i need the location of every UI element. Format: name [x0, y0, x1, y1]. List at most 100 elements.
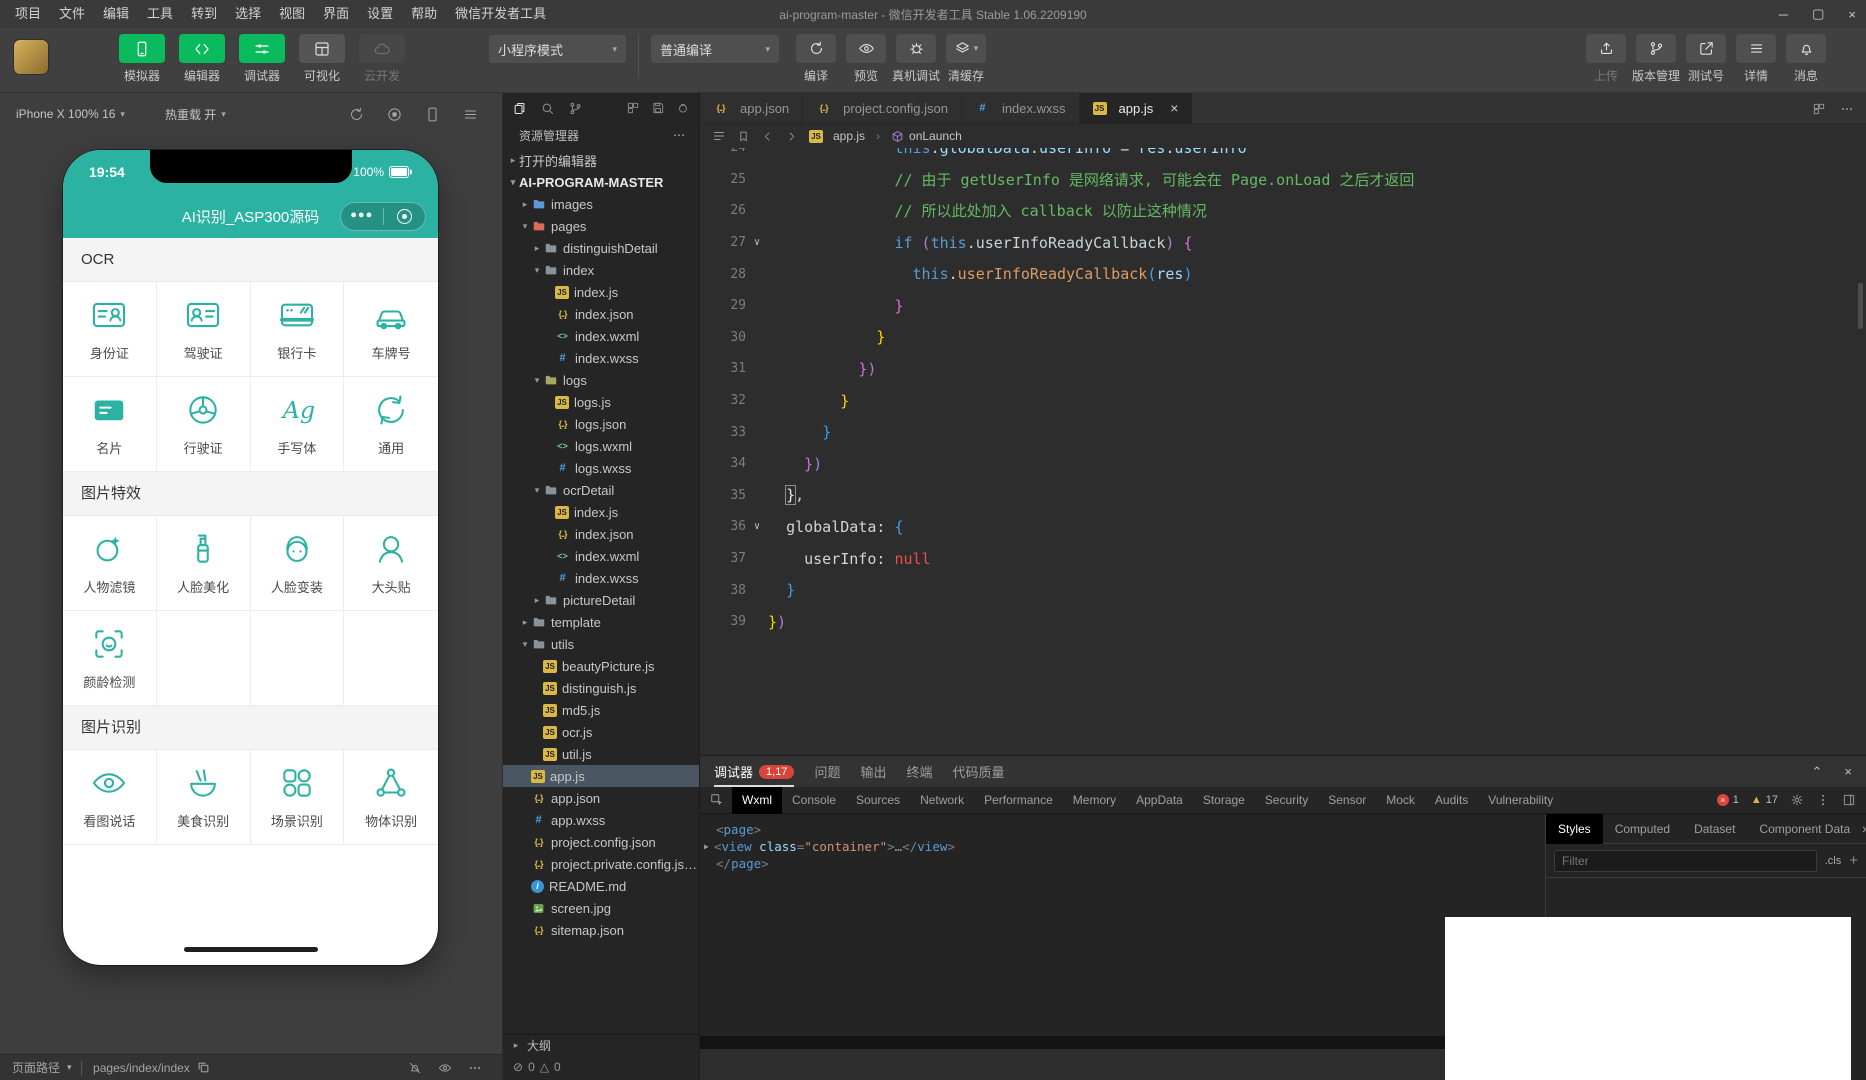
capsule-exit-icon[interactable] — [384, 209, 426, 224]
menu-item-转到[interactable]: 转到 — [182, 0, 226, 28]
project-avatar[interactable] — [14, 40, 48, 74]
device-frame-icon[interactable] — [424, 106, 441, 123]
tree-item-index.json[interactable]: {..}index.json — [503, 523, 699, 545]
tree-item-logs.wxss[interactable]: #logs.wxss — [503, 457, 699, 479]
more-actions-icon[interactable]: ⋯ — [673, 128, 685, 142]
tree-item-utils[interactable]: ▾utils — [503, 633, 699, 655]
devtools-tab-Sensor[interactable]: Sensor — [1318, 787, 1376, 814]
close-button[interactable]: × — [1848, 7, 1856, 22]
devtools-tab-Security[interactable]: Security — [1255, 787, 1318, 814]
capsule-more-icon[interactable]: ●●● — [341, 209, 383, 221]
tree-item-index.wxml[interactable]: <>index.wxml — [503, 325, 699, 347]
tree-item-logs.wxml[interactable]: <>logs.wxml — [503, 435, 699, 457]
editor-scrollbar[interactable] — [1858, 283, 1863, 329]
toolbar-button-compile[interactable]: 编译 — [795, 34, 837, 84]
git-branch-icon[interactable] — [568, 101, 583, 116]
collapse-panel-icon[interactable]: ⌃ — [1812, 764, 1823, 780]
app-grid-item-人脸美化[interactable]: 人脸美化 — [157, 516, 251, 611]
more-actions-icon[interactable] — [1840, 102, 1854, 116]
tree-item-sitemap.json[interactable]: {..}sitemap.json — [503, 919, 699, 941]
nav-forward-icon[interactable] — [785, 130, 798, 143]
app-grid-item-人物滤镜[interactable]: 人物滤镜 — [63, 516, 157, 611]
tree-item-README.md[interactable]: iREADME.md — [503, 875, 699, 897]
tree-item-pages[interactable]: ▾pages — [503, 215, 699, 237]
toolbar-button-upload[interactable]: 上传 — [1585, 34, 1627, 84]
tree-item-template[interactable]: ▸template — [503, 611, 699, 633]
app-grid-item-通用[interactable]: 通用 — [344, 377, 438, 472]
wxml-node-0[interactable]: <page> — [700, 821, 1545, 838]
menu-item-文件[interactable]: 文件 — [50, 0, 94, 28]
tree-item-app.js[interactable]: JSapp.js — [503, 765, 699, 787]
toolbar-button-visualize[interactable]: 可视化 — [298, 34, 346, 84]
tree-item-index[interactable]: ▾index — [503, 259, 699, 281]
toolbar-button-debugger[interactable]: 调试器 — [238, 34, 286, 84]
tree-item-images[interactable]: ▸images — [503, 193, 699, 215]
tree-item-screen.jpg[interactable]: screen.jpg — [503, 897, 699, 919]
compile-mode-select[interactable]: 普通编译 ▾ — [651, 35, 779, 63]
devtools-tab-Console[interactable]: Console — [782, 787, 846, 814]
toolbar-button-clear-cache[interactable]: ▾清缓存 — [945, 34, 987, 84]
rotate-device-icon[interactable] — [348, 106, 365, 123]
styles-tab-Dataset[interactable]: Dataset — [1682, 814, 1747, 844]
cls-toggle[interactable]: .cls — [1825, 855, 1842, 867]
devtools-tab-Audits[interactable]: Audits — [1425, 787, 1478, 814]
devtools-tab-AppData[interactable]: AppData — [1126, 787, 1193, 814]
tree-item-distinguishDetail[interactable]: ▸distinguishDetail — [503, 237, 699, 259]
toolbar-button-simulator[interactable]: 模拟器 — [118, 34, 166, 84]
app-grid-item-身份证[interactable]: 身份证 — [63, 282, 157, 377]
app-grid-item-颜龄检测[interactable]: 颜龄检测 — [63, 611, 157, 706]
add-style-icon[interactable]: + — [1849, 852, 1858, 869]
menu-item-工具[interactable]: 工具 — [138, 0, 182, 28]
tree-item-index.js[interactable]: JSindex.js — [503, 281, 699, 303]
fold-expanded-icon[interactable]: ∨ — [746, 237, 768, 248]
fold-expanded-icon[interactable]: ∨ — [746, 521, 768, 532]
app-grid-item-美食识别[interactable]: 美食识别 — [157, 750, 251, 845]
page-path-label[interactable]: 页面路径 — [12, 1059, 60, 1076]
menu-item-项目[interactable]: 项目 — [6, 0, 50, 28]
breadcrumb-symbol[interactable]: onLaunch — [891, 129, 962, 143]
outline-section[interactable]: ▸ 大纲 — [503, 1034, 699, 1056]
toolbar-button-messages[interactable]: 消息 — [1785, 34, 1827, 84]
app-grid-item-名片[interactable]: 名片 — [63, 377, 157, 472]
toolbar-button-remote-debug[interactable]: 真机调试 — [895, 34, 937, 84]
tree-item-util.js[interactable]: JSutil.js — [503, 743, 699, 765]
menu-item-视图[interactable]: 视图 — [270, 0, 314, 28]
maximize-button[interactable]: ▢ — [1812, 6, 1824, 22]
styles-tab-Computed[interactable]: Computed — [1603, 814, 1682, 844]
tree-item-project.config.json[interactable]: {..}project.config.json — [503, 831, 699, 853]
toolbar-button-test-account[interactable]: 测试号 — [1685, 34, 1727, 84]
tree-item-distinguish.js[interactable]: JSdistinguish.js — [503, 677, 699, 699]
visibility-icon[interactable] — [438, 1061, 452, 1075]
overflow-tabs-icon[interactable]: » — [1862, 821, 1866, 836]
app-grid-item-场景识别[interactable]: 场景识别 — [251, 750, 345, 845]
bookmark-icon[interactable] — [737, 130, 750, 143]
devtools-tab-Mock[interactable]: Mock — [1376, 787, 1425, 814]
tree-item-打开的编辑器[interactable]: ▸打开的编辑器 — [503, 149, 699, 171]
app-grid-item-物体识别[interactable]: 物体识别 — [344, 750, 438, 845]
notification-icon[interactable] — [408, 1061, 422, 1075]
code-editor[interactable]: 24 this.globalData.userInfo = res.userIn… — [700, 148, 1866, 755]
minimize-button[interactable]: ─ — [1779, 7, 1788, 22]
styles-tab-Styles[interactable]: Styles — [1546, 814, 1603, 844]
app-grid-item-看图说话[interactable]: 看图说话 — [63, 750, 157, 845]
files-icon[interactable] — [512, 101, 527, 116]
tree-item-logs.js[interactable]: JSlogs.js — [503, 391, 699, 413]
tree-item-index.wxss[interactable]: #index.wxss — [503, 567, 699, 589]
app-grid-item-银行卡[interactable]: 银行卡 — [251, 282, 345, 377]
devtools-tab-Memory[interactable]: Memory — [1063, 787, 1126, 814]
console-error-count[interactable]: ×1 — [1717, 794, 1739, 806]
toolbar-button-details[interactable]: 详情 — [1735, 34, 1777, 84]
console-warning-count[interactable]: ▲17 — [1751, 794, 1778, 806]
collapse-all-icon[interactable] — [676, 101, 690, 115]
tree-item-project.private.config.js…[interactable]: {..}project.private.config.js… — [503, 853, 699, 875]
breadcrumb-file[interactable]: JSapp.js — [809, 129, 865, 143]
nav-back-icon[interactable] — [761, 130, 774, 143]
editor-tab-app.js[interactable]: JSapp.js× — [1080, 93, 1193, 123]
debugger-tab-问题[interactable]: 问题 — [814, 756, 840, 787]
menu-item-编辑[interactable]: 编辑 — [94, 0, 138, 28]
app-grid-item-行驶证[interactable]: 行驶证 — [157, 377, 251, 472]
devtools-tab-Performance[interactable]: Performance — [974, 787, 1063, 814]
app-grid-item-人脸变装[interactable]: 人脸变装 — [251, 516, 345, 611]
editor-tab-app.json[interactable]: {..}app.json — [700, 93, 803, 123]
copy-icon[interactable] — [197, 1061, 210, 1074]
